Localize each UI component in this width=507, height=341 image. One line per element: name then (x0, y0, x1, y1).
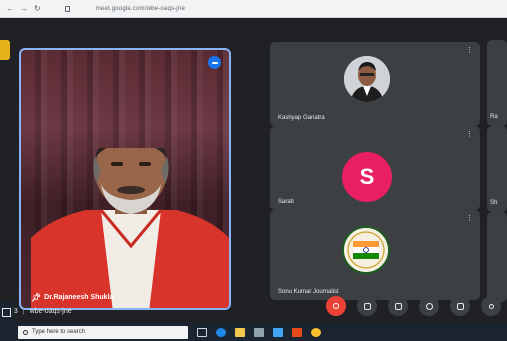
camera-icon (363, 302, 371, 310)
lock-icon (64, 5, 70, 12)
browser-bar: ← → ↻ meet.google.com/wbe-oaqs-jne (0, 0, 507, 18)
meeting-code[interactable]: wbe-oaqs-jne (30, 308, 72, 315)
participant-avatar-photo (344, 56, 390, 102)
captions-icon (394, 302, 402, 310)
participant-name: Sarati (278, 199, 294, 205)
speaking-indicator-icon (208, 56, 221, 69)
participant-name: Kashyap Ganatra (278, 115, 325, 121)
more-options-icon[interactable]: ⋮ (466, 46, 473, 54)
back-icon[interactable]: ← (6, 4, 14, 13)
store-icon[interactable] (254, 327, 264, 337)
reload-icon[interactable]: ↻ (34, 4, 41, 13)
reactions-button[interactable] (419, 296, 439, 316)
office-icon[interactable] (292, 327, 302, 337)
monitor-screen: ← → ↻ meet.google.com/wbe-oaqs-jne 📌︎ Dr… (0, 0, 507, 341)
more-options-icon (488, 303, 494, 309)
task-view-icon[interactable] (197, 327, 207, 337)
more-options-icon[interactable]: ⋮ (466, 214, 473, 222)
mic-icon (333, 303, 339, 309)
more-options-button[interactable] (481, 296, 501, 316)
participant-name-partial: Sh (490, 200, 498, 206)
forward-icon[interactable]: → (20, 4, 28, 13)
more-options-icon[interactable]: ⋮ (466, 130, 473, 138)
windows-start-button[interactable] (0, 302, 14, 324)
main-speaker-tile[interactable]: 📌︎ Dr.Rajaneesh Shukla (19, 48, 231, 310)
camera-button[interactable] (357, 296, 377, 316)
search-placeholder: Type here to search (32, 329, 86, 335)
search-icon (23, 329, 28, 335)
windows-taskbar: Type here to search (0, 323, 507, 341)
participant-avatar-logo (342, 226, 390, 274)
mail-icon[interactable] (273, 327, 283, 337)
windows-start-icon (2, 308, 11, 317)
present-button[interactable] (450, 296, 470, 316)
mic-button[interactable] (326, 296, 346, 316)
address-bar[interactable]: meet.google.com/wbe-oaqs-jne (96, 6, 185, 12)
profile-photo (344, 56, 390, 102)
chrome-icon[interactable] (311, 327, 321, 337)
participant-tile-partial[interactable]: Sh (487, 126, 507, 212)
reaction-icon (425, 302, 433, 310)
present-icon (456, 302, 464, 310)
meeting-info: 43 | wbe-oaqs-jne (10, 308, 72, 315)
taskbar-search[interactable]: Type here to search (18, 325, 188, 339)
window-edge-marker (0, 40, 10, 60)
edge-browser-icon[interactable] (216, 327, 226, 337)
participant-avatar-letter: S (342, 152, 392, 202)
meet-stage: 📌︎ Dr.Rajaneesh Shukla ⋮ Kashyap Ganatra (0, 18, 507, 323)
meet-toolbar: 43 | wbe-oaqs-jne (0, 282, 507, 323)
file-explorer-icon[interactable] (235, 327, 245, 337)
participant-name-partial: Ra (490, 114, 498, 120)
captions-button[interactable] (388, 296, 408, 316)
participant-tile-partial[interactable]: Ra (487, 40, 507, 126)
participant-tile[interactable]: ⋮ Kashyap Ganatra (270, 42, 480, 126)
separator: | (22, 308, 25, 315)
tricolor-emblem-icon (344, 228, 388, 272)
participant-tile[interactable]: ⋮ S Sarati (270, 126, 480, 210)
